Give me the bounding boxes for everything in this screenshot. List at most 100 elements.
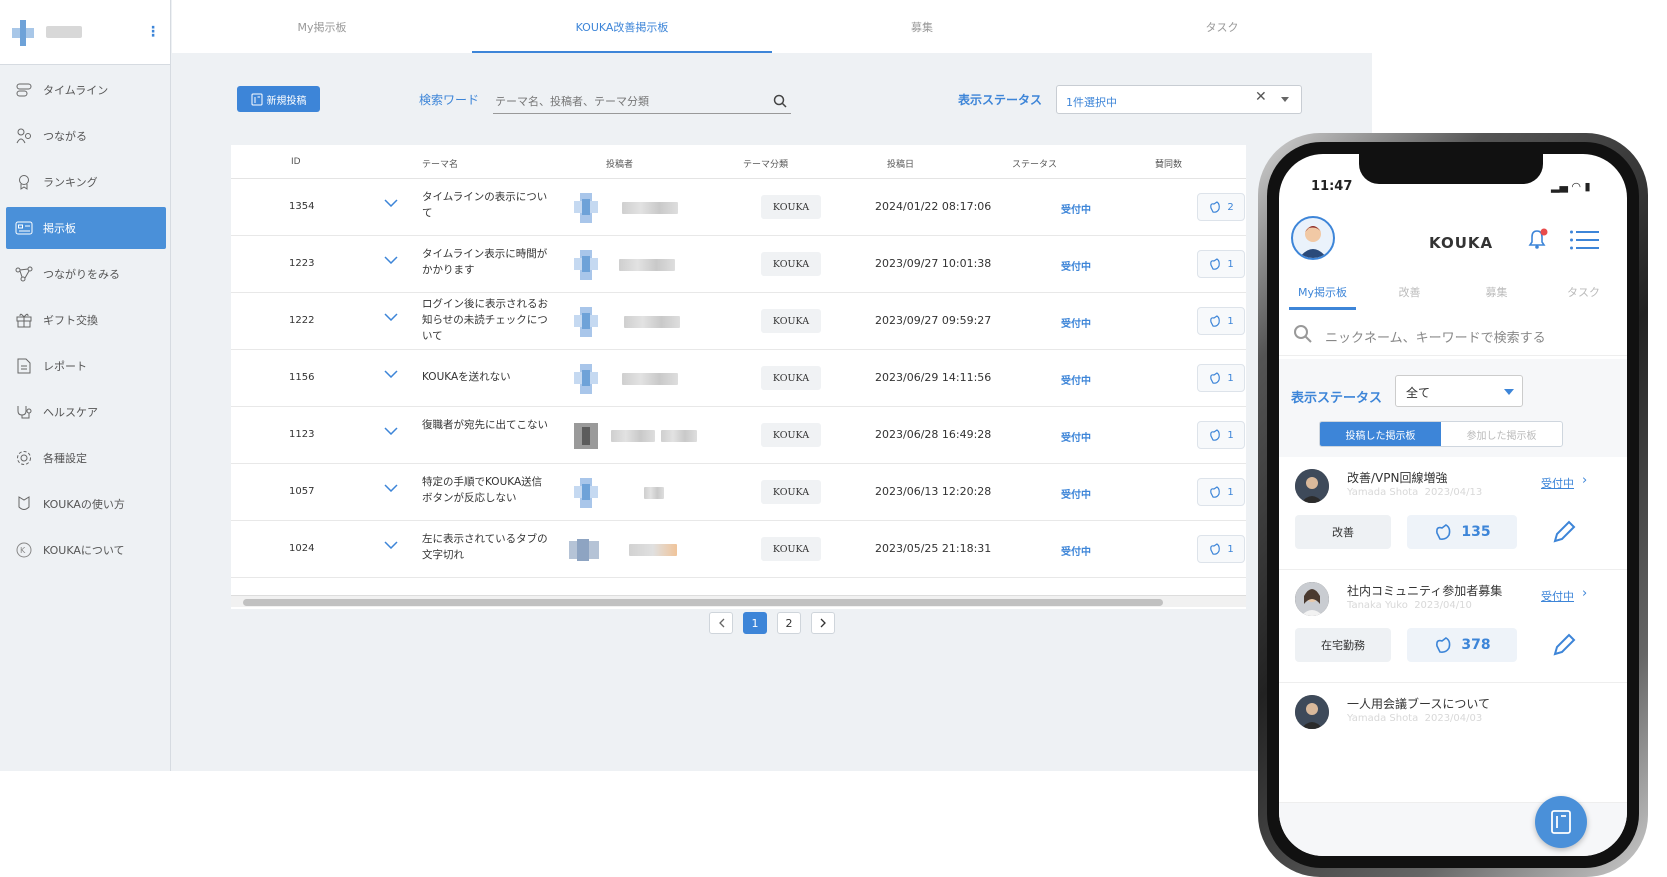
card-status-link[interactable]: 受付中 [1541,588,1574,604]
chevron-down-icon[interactable] [384,313,398,321]
edit-pencil-icon[interactable] [1551,632,1577,658]
sidebar-item-connect[interactable]: つながる [6,115,166,157]
chevron-down-icon[interactable] [1281,97,1289,102]
chevron-down-icon[interactable] [384,256,398,264]
row-title[interactable]: 復職者が宛先に出てこない [422,417,550,433]
tab-recruitment[interactable]: 募集 [772,0,1072,53]
avatar [574,193,598,223]
like-button[interactable]: 1 [1197,478,1245,506]
next-page-button[interactable] [811,612,835,634]
horizontal-scrollbar[interactable] [231,595,1246,607]
sidebar-item-settings[interactable]: 各種設定 [6,437,166,479]
tab-kouka-improvement[interactable]: KOUKA改善掲示板 [472,0,772,53]
status-filter-select[interactable]: 全て [1395,375,1523,407]
tab-task[interactable]: タスク [1540,276,1627,310]
scrollbar-thumb[interactable] [243,599,1163,606]
search-icon[interactable] [773,94,787,108]
table-row[interactable]: 1222 ログイン後に表示されるお知らせの未読チェックについて KOUKA 20… [231,293,1246,350]
report-icon [14,356,34,376]
chevron-down-icon[interactable] [384,199,398,207]
status-filter-label: 表示ステータス [1291,391,1383,406]
healthcare-icon [14,402,34,422]
web-app: ⋮ タイムライン つながる ランキング 掲示板 つながりをみる ギフト交換 レポ… [0,0,1372,771]
chevron-down-icon[interactable] [384,427,398,435]
phone-tabs: My掲示板 改善 募集 タスク [1279,276,1627,310]
like-count: 1 [1227,429,1234,441]
row-title[interactable]: タイムライン表示に時間がかかります [422,246,550,278]
board-card[interactable]: 社内コミュニティ参加者募集 Tanaka Yuko 2023/04/10 受付中… [1279,570,1627,683]
menu-list-icon[interactable] [1569,230,1599,250]
like-button[interactable]: 1 [1197,364,1245,392]
row-title[interactable]: タイムラインの表示について [422,189,550,221]
card-date: 2023/04/13 [1424,487,1483,498]
row-date: 2023/06/29 14:11:56 [875,371,992,384]
sidebar-item-ranking[interactable]: ランキング [6,161,166,203]
tab-my-board[interactable]: My掲示板 [172,0,472,53]
row-title[interactable]: KOUKAを送れない [422,369,550,385]
table-row[interactable]: 1057 特定の手順でKOUKA送信ボタンが反応しない KOUKA 2023/0… [231,464,1246,521]
like-button[interactable]: 378 [1407,628,1517,662]
table-row[interactable]: 1223 タイムライン表示に時間がかかります KOUKA 2023/09/27 … [231,236,1246,293]
board-card[interactable]: 一人用会議ブースについて Yamada Shota 2023/04/03 [1279,683,1627,803]
table-row[interactable]: 1024 左に表示されているタブの文字切れ KOUKA 2023/05/25 2… [231,521,1246,578]
page-1-button[interactable]: 1 [743,612,767,634]
clear-icon[interactable]: ✕ [1255,89,1267,105]
card-author: Tanaka Yuko [1347,600,1408,611]
like-button[interactable]: 1 [1197,421,1245,449]
logo [12,20,34,46]
segment-joined[interactable]: 参加した掲示板 [1441,422,1562,446]
sidebar-item-timeline[interactable]: タイムライン [6,69,166,111]
bell-notification-icon[interactable] [1524,226,1550,252]
page-2-button[interactable]: 2 [777,612,801,634]
author-name-blurred [644,487,664,499]
sidebar-item-label: タイムライン [43,84,109,97]
keyword-search-input[interactable] [493,90,791,114]
phone-search-bar[interactable]: ニックネーム、キーワードで検索する [1279,312,1627,356]
row-title[interactable]: ログイン後に表示されるお知らせの未読チェックについて [422,296,550,344]
chevron-down-icon[interactable] [384,370,398,378]
chevron-down-icon[interactable] [384,484,398,492]
avatar [574,421,598,451]
like-button[interactable]: 1 [1197,250,1245,278]
row-id: 1057 [289,486,315,497]
tab-task[interactable]: タスク [1072,0,1372,53]
sidebar-item-gift[interactable]: ギフト交換 [6,299,166,341]
row-title[interactable]: 特定の手順でKOUKA送信ボタンが反応しない [422,474,550,506]
table-row[interactable]: 1156 KOUKAを送れない KOUKA 2023/06/29 14:11:5… [231,350,1246,407]
board-card[interactable]: 改善/VPN回線増強 Yamada Shota 2023/04/13 受付中 ›… [1279,457,1627,570]
like-button[interactable]: 135 [1407,515,1517,549]
prev-page-button[interactable] [709,612,733,634]
sidebar-item-report[interactable]: レポート [6,345,166,387]
tab-recruitment[interactable]: 募集 [1453,276,1540,310]
avatar [574,250,598,280]
tab-my-board[interactable]: My掲示板 [1279,276,1366,310]
sidebar-item-guide[interactable]: KOUKAの使い方 [6,483,166,525]
avatar[interactable] [1291,216,1335,260]
new-post-fab-button[interactable] [1535,796,1587,848]
row-title[interactable]: 左に表示されているタブの文字切れ [422,531,550,563]
header-status: ステータス [1012,160,1058,170]
sidebar-item-about[interactable]: K KOUKAについて [6,529,166,571]
sidebar-item-healthcare[interactable]: ヘルスケア [6,391,166,433]
header-title: テーマ名 [422,160,459,170]
sidebar-item-board[interactable]: 掲示板 [6,207,166,249]
sidebar-item-network[interactable]: つながりをみる [6,253,166,295]
like-button[interactable]: 2 [1197,193,1245,221]
tab-improvement[interactable]: 改善 [1366,276,1453,310]
table-row[interactable]: 1354 タイムラインの表示について KOUKA 2024/01/22 08:1… [231,179,1246,236]
card-status-link[interactable]: 受付中 [1541,475,1574,491]
new-post-button[interactable]: 新規投稿 [237,86,320,112]
kebab-menu-icon[interactable]: ⋮ [146,24,160,40]
like-button[interactable]: 1 [1197,535,1245,563]
timeline-icon [14,80,34,100]
segment-posted[interactable]: 投稿した掲示板 [1320,422,1441,446]
new-post-label: 新規投稿 [266,95,307,107]
signal-wifi-battery-icon: ▂▄ ◠ ▮ [1551,180,1591,193]
edit-pencil-icon[interactable] [1551,519,1577,545]
sidebar-item-label: 掲示板 [43,222,76,235]
chevron-down-icon[interactable] [384,541,398,549]
table-row[interactable]: 1123 復職者が宛先に出てこない KOUKA 2023/06/28 16:49… [231,407,1246,464]
like-button[interactable]: 1 [1197,307,1245,335]
chevron-left-icon [718,618,724,628]
category-badge: KOUKA [761,252,821,276]
